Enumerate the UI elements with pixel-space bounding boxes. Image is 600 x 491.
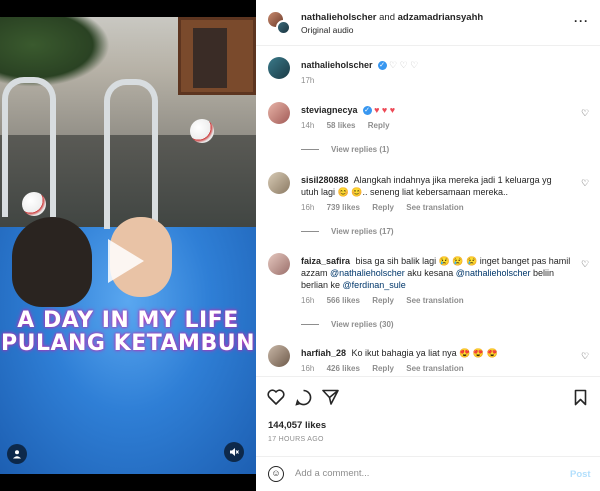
reply-button[interactable]: Reply [372, 364, 394, 373]
reply-button[interactable]: Reply [372, 203, 394, 212]
author-link[interactable]: adzamadriansyahh [398, 12, 484, 23]
heart-icon[interactable]: ♡ [581, 178, 589, 189]
comments-list[interactable]: nathalieholscher ✓ ♡ ♡ ♡ 17h steviagnecya… [256, 46, 600, 376]
avatar[interactable] [268, 102, 290, 124]
comment-content: ♥ ♥ ♥ [374, 105, 396, 115]
ball-right [190, 119, 214, 143]
comment-content: Ko ikut bahagia ya liat nya 😍 😍 😍 [351, 348, 498, 358]
heart-icon[interactable] [267, 389, 285, 410]
post-authors: nathalieholscher and adzamadriansyahh [301, 12, 483, 23]
post-button[interactable]: Post [570, 469, 591, 480]
video-plant [0, 17, 110, 87]
comment-text: harfiah_28 Ko ikut bahagia ya liat nya 😍… [301, 347, 571, 359]
comment-input[interactable] [295, 468, 545, 479]
comment-meta: 16h 426 likes Reply See translation [301, 364, 464, 373]
bookmark-icon[interactable] [574, 389, 587, 411]
comment-username[interactable]: faiza_safira [301, 256, 350, 266]
comment-likes[interactable]: 58 likes [327, 121, 356, 130]
comment-text: sisil280888 Alangkah indahnya jika merek… [301, 174, 571, 198]
view-replies-button[interactable]: View replies (1) [301, 145, 389, 154]
verified-icon: ✓ [377, 61, 387, 71]
comment-icon[interactable] [295, 389, 312, 411]
reply-button[interactable]: Reply [368, 121, 390, 130]
comment-meta: 14h 58 likes Reply [301, 121, 390, 130]
view-replies-button[interactable]: View replies (30) [301, 320, 394, 329]
media-panel: A DAY IN MY LIFE PULANG KETAMBUN [0, 0, 256, 491]
send-icon[interactable] [322, 389, 339, 410]
comment-time[interactable]: 16h [301, 364, 314, 373]
comment-content: aku kesana [407, 268, 454, 278]
audio-link[interactable]: Original audio [301, 25, 353, 35]
see-translation-button[interactable]: See translation [406, 203, 463, 212]
caption-emoji: ♡ ♡ ♡ [389, 60, 419, 70]
comment-time[interactable]: 14h [301, 121, 314, 130]
video-person [12, 217, 92, 307]
video-door [178, 17, 256, 95]
view-replies-button[interactable]: View replies (17) [301, 227, 394, 236]
mention-link[interactable]: @nathalieholscher [330, 268, 405, 278]
pool-ladder-rail-right [104, 79, 158, 229]
user-icon[interactable] [7, 444, 27, 464]
comment-likes[interactable]: 426 likes [327, 364, 360, 373]
comment-likes[interactable]: 566 likes [327, 296, 360, 305]
comment-text: faiza_safira bisa ga sih balik lagi 😢 😢 … [301, 255, 571, 291]
ball-left [22, 192, 46, 216]
likes-count[interactable]: 144,057 likes [268, 420, 326, 431]
speaker-muted-icon[interactable] [224, 442, 244, 462]
mention-link[interactable]: @ferdinan_sule [343, 280, 406, 290]
comment-meta: 16h 566 likes Reply See translation [301, 296, 464, 305]
comment-username[interactable]: steviagnecya [301, 105, 358, 115]
avatar[interactable] [276, 20, 291, 35]
verified-icon: ✓ [362, 106, 372, 116]
heart-icon[interactable]: ♡ [581, 259, 589, 270]
comment-username[interactable]: harfiah_28 [301, 348, 346, 358]
comment-username[interactable]: nathalieholscher [301, 60, 373, 70]
add-comment-bar: ☺ Post [256, 456, 600, 491]
author-joiner: and [379, 12, 395, 23]
post-actions: 144,057 likes 17 HOURS AGO ☺ Post [256, 376, 600, 491]
post-date[interactable]: 17 HOURS AGO [268, 436, 324, 443]
avatar[interactable] [268, 57, 290, 79]
video-caption: A DAY IN MY LIFE PULANG KETAMBUN [0, 308, 255, 356]
comment-username[interactable]: sisil280888 [301, 175, 349, 185]
comment-meta: 16h 739 likes Reply See translation [301, 203, 464, 212]
comment-time[interactable]: 16h [301, 203, 314, 212]
comment-likes[interactable]: 739 likes [327, 203, 360, 212]
mention-link[interactable]: @nathalieholscher [456, 268, 531, 278]
comment-time[interactable]: 17h [301, 76, 314, 85]
post-detail-panel: nathalieholscher and adzamadriansyahh Or… [256, 0, 600, 491]
smile-icon[interactable]: ☺ [268, 466, 284, 482]
post-header: nathalieholscher and adzamadriansyahh Or… [256, 0, 600, 46]
avatar[interactable] [268, 253, 290, 275]
comment-time[interactable]: 16h [301, 296, 314, 305]
play-icon[interactable] [108, 239, 144, 283]
more-horizontal-icon[interactable]: ··· [574, 14, 589, 28]
comment-meta: 17h [301, 76, 324, 85]
avatar[interactable] [268, 345, 290, 367]
reply-button[interactable]: Reply [372, 296, 394, 305]
avatar[interactable] [268, 172, 290, 194]
caption-text: nathalieholscher ✓ ♡ ♡ ♡ [301, 59, 571, 71]
author-link[interactable]: nathalieholscher [301, 12, 377, 23]
heart-icon[interactable]: ♡ [581, 351, 589, 362]
see-translation-button[interactable]: See translation [406, 364, 463, 373]
heart-icon[interactable]: ♡ [581, 108, 589, 119]
see-translation-button[interactable]: See translation [406, 296, 463, 305]
comment-text: steviagnecya ✓ ♥ ♥ ♥ [301, 104, 571, 116]
video-player[interactable]: A DAY IN MY LIFE PULANG KETAMBUN [0, 17, 256, 474]
